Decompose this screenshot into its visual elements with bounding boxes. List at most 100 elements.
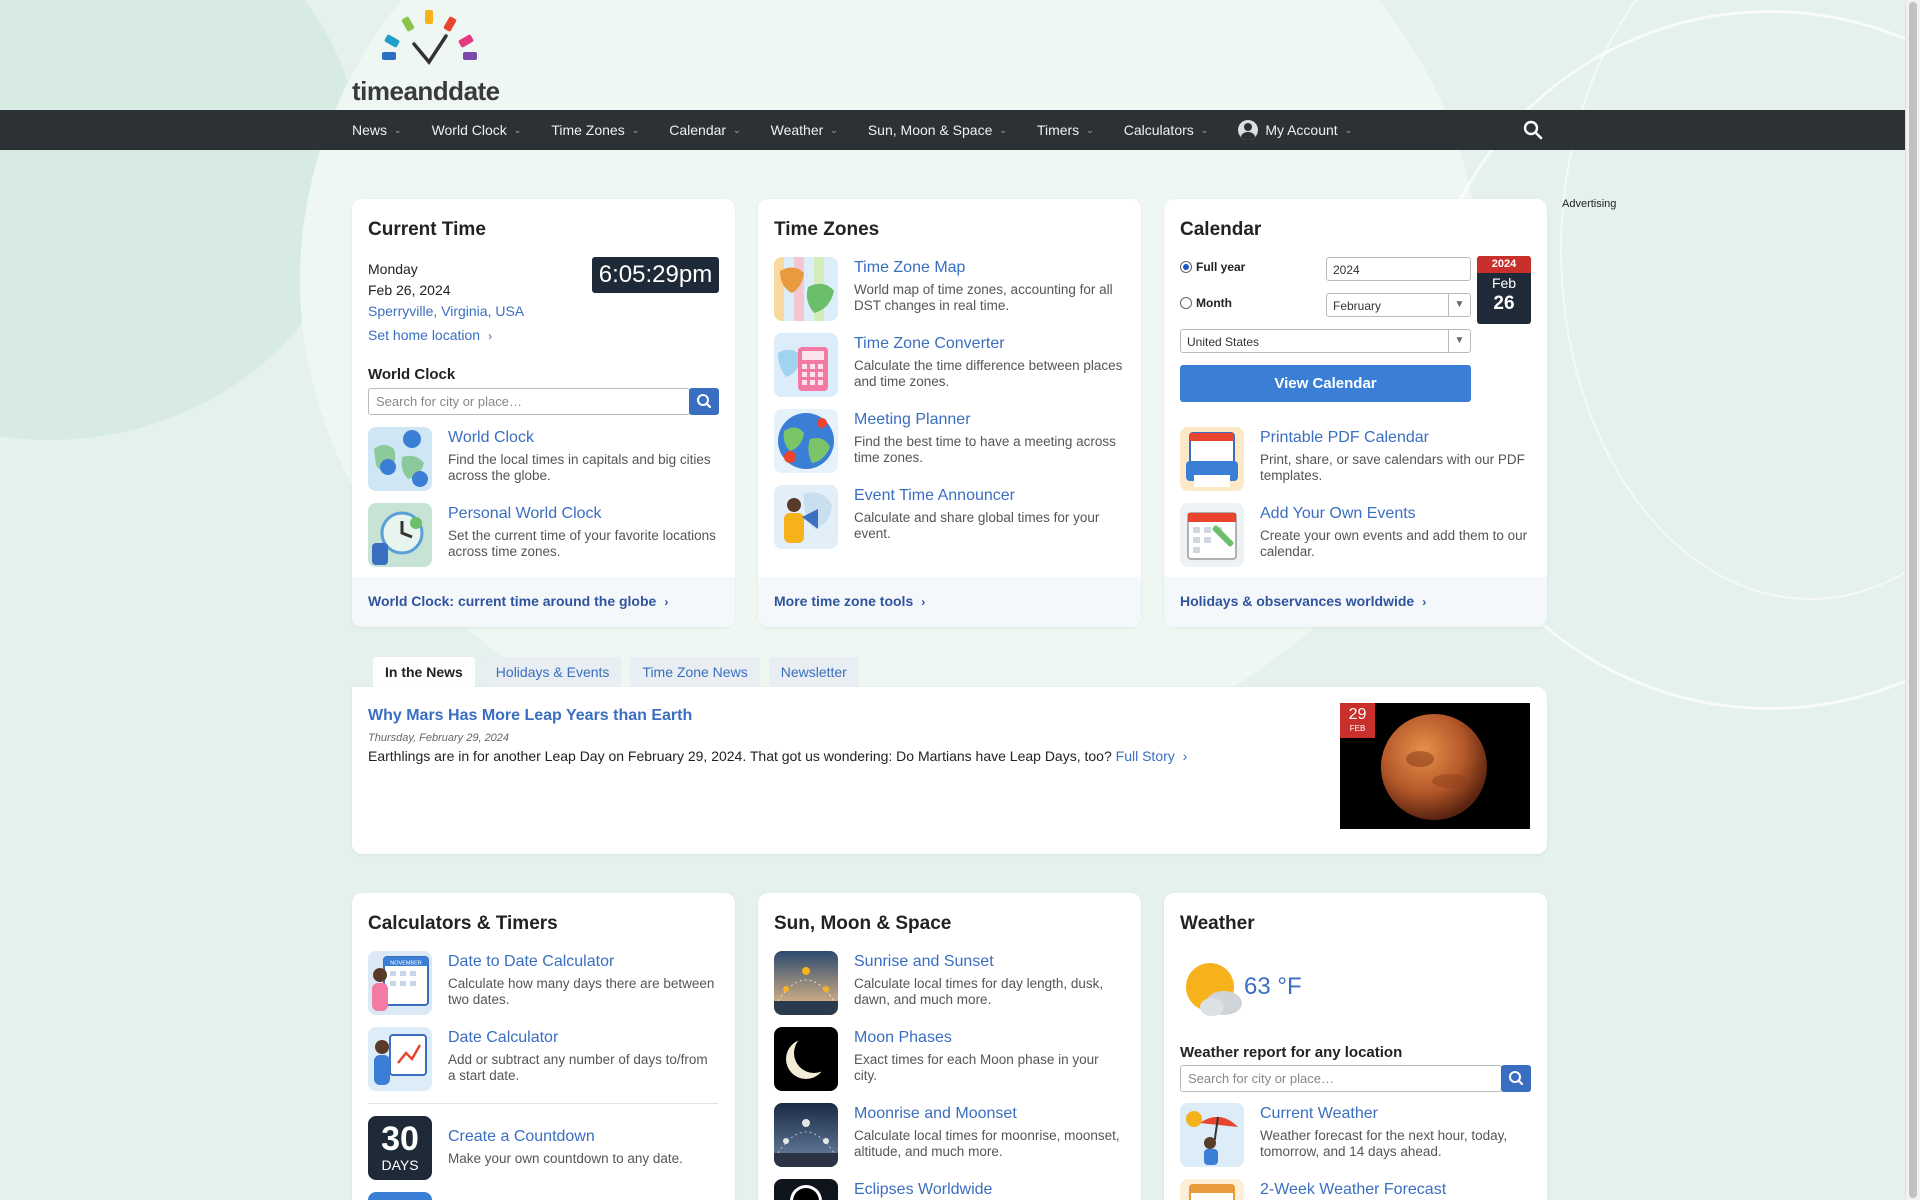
tab-in-the-news[interactable]: In the News (373, 657, 475, 687)
tool-title[interactable]: Add Your Own Events (1260, 505, 1416, 523)
world-clock-footer-link[interactable]: World Clock: current time around the glo… (368, 593, 668, 609)
page-scrollbar[interactable] (1905, 0, 1920, 1200)
nav-item-calendar[interactable]: Calendar ⌄ (669, 122, 740, 138)
nav-item-time-zones[interactable]: Time Zones ⌄ (551, 122, 639, 138)
tool-description: Exact times for each Moon phase in your … (854, 1052, 1099, 1083)
set-home-location-link[interactable]: Set home location › (368, 327, 492, 343)
chevron-down-icon: ⌄ (1086, 124, 1094, 135)
tool-event-time-announcer[interactable]: Event Time Announcer Calculate and share… (774, 485, 1114, 549)
date-to-date-calculator-icon: NOVEMBER (368, 951, 432, 1015)
weather-card: Weather 63 °F Weather report for any loc… (1164, 893, 1547, 1200)
weather-search-button[interactable] (1501, 1065, 1531, 1092)
world-clock-search-input[interactable]: Search for city or place… (368, 388, 690, 415)
current-location-link[interactable]: Sperryville, Virginia, USA (368, 301, 524, 322)
tool-title[interactable]: Moonrise and Moonset (854, 1105, 1017, 1123)
nav-item-weather[interactable]: Weather ⌄ (771, 122, 838, 138)
tool-title[interactable]: Eclipses Worldwide (854, 1181, 992, 1199)
main-navigation: News ⌄ World Clock ⌄ Time Zones ⌄ Calendar ⌄… (0, 110, 1905, 150)
nav-item-news[interactable]: News ⌄ (352, 122, 402, 138)
tool-date-calculator[interactable]: Date Calculator Add or subtract any numb… (368, 1027, 708, 1091)
news-date: Thursday, February 29, 2024 (368, 732, 510, 744)
view-calendar-button[interactable]: View Calendar (1180, 365, 1471, 402)
tool-moonrise-moonset[interactable]: Moonrise and Moonset Calculate local tim… (774, 1103, 1120, 1167)
month-radio[interactable] (1180, 297, 1192, 309)
holidays-footer-link[interactable]: Holidays & observances worldwide › (1180, 593, 1426, 609)
tool-title[interactable]: Time Zone Converter (854, 335, 1005, 353)
tool-time-zone-map[interactable]: Time Zone Map World map of time zones, a… (774, 257, 1114, 321)
news-tabs: In the News Holidays & Events Time Zone … (373, 657, 868, 687)
tool-title[interactable]: Sunrise and Sunset (854, 953, 994, 971)
news-summary: Earthlings are in for another Leap Day o… (368, 748, 1188, 764)
tool-description: Print, share, or save calendars with our… (1260, 452, 1525, 483)
advertising-label: Advertising (1562, 198, 1617, 210)
tool-create-a-countdown[interactable]: 30 DAYS Create a Countdown Make your own… (368, 1116, 708, 1180)
tool-add-your-own-events[interactable]: Add Your Own Events Create your own even… (1180, 503, 1527, 567)
tool-description: Calculate local times for moonrise, moon… (854, 1128, 1120, 1159)
site-logo[interactable]: timeanddate (352, 8, 512, 106)
tool-title[interactable]: Meeting Planner (854, 411, 971, 429)
tool-description: Add or subtract any number of days to/fr… (448, 1052, 708, 1083)
current-temperature: 63 °F (1244, 973, 1302, 1000)
tool-description: World map of time zones, accounting for … (854, 282, 1113, 313)
moon-phases-icon (774, 1027, 838, 1091)
tool-eclipses-worldwide[interactable]: Eclipses Worldwide (774, 1179, 1114, 1200)
today-calendar-badge[interactable]: 2024 Feb 26 (1477, 256, 1531, 324)
weather-search-input[interactable]: Search for city or place… (1180, 1065, 1502, 1092)
tool-title[interactable]: World Clock (448, 429, 534, 447)
more-time-zone-tools-link[interactable]: More time zone tools › (774, 593, 925, 609)
search-icon[interactable] (1523, 120, 1543, 140)
chevron-down-icon: ▼ (1448, 330, 1470, 352)
tab-holidays-events[interactable]: Holidays & Events (483, 657, 622, 687)
news-card: Why Mars Has More Leap Years than Earth … (352, 687, 1547, 854)
full-story-link[interactable]: Full Story › (1116, 748, 1188, 764)
time-zones-card: Time Zones Time Zone Map World map of ti… (758, 199, 1141, 627)
tool-moon-phases[interactable]: Moon Phases Exact times for each Moon ph… (774, 1027, 1114, 1091)
current-time-card: Current Time Monday Feb 26, 2024 Sperryv… (352, 199, 735, 627)
month-select[interactable]: February ▼ (1326, 293, 1471, 317)
tool-sunrise-sunset[interactable]: Sunrise and Sunset Calculate local times… (774, 951, 1114, 1015)
tool-title[interactable]: Current Weather (1260, 1105, 1378, 1123)
chevron-down-icon: ⌄ (999, 124, 1007, 135)
tool-current-weather[interactable]: Current Weather Weather forecast for the… (1180, 1103, 1520, 1167)
chevron-down-icon: ⌄ (1200, 124, 1209, 135)
chevron-down-icon: ⌄ (394, 124, 402, 135)
svg-text:NOVEMBER: NOVEMBER (390, 961, 422, 967)
tool-personal-world-clock[interactable]: Personal World Clock Set the current tim… (368, 503, 716, 567)
world-clock-search-button[interactable] (689, 388, 719, 415)
search-icon (697, 394, 712, 409)
account-icon (1238, 120, 1259, 140)
tab-newsletter[interactable]: Newsletter (768, 657, 859, 687)
chevron-down-icon: ⌄ (830, 124, 838, 135)
tool-title[interactable]: Printable PDF Calendar (1260, 429, 1429, 447)
card-title: Calendar (1180, 219, 1262, 240)
tool-title[interactable]: Time Zone Map (854, 259, 965, 277)
nav-item-sun-moon-space[interactable]: Sun, Moon & Space ⌄ (868, 122, 1007, 138)
tab-time-zone-news[interactable]: Time Zone News (630, 657, 760, 687)
country-select[interactable]: United States ▼ (1180, 329, 1471, 353)
tool-title[interactable]: 2-Week Weather Forecast (1260, 1181, 1446, 1199)
tool-title[interactable]: Date to Date Calculator (448, 953, 614, 971)
tool-2-week-forecast[interactable]: 2-Week Weather Forecast (1180, 1179, 1520, 1200)
nav-item-timers[interactable]: Timers ⌄ (1037, 122, 1094, 138)
tool-time-zone-converter[interactable]: Time Zone Converter Calculate the time d… (774, 333, 1122, 397)
sunrise-sunset-icon (774, 951, 838, 1015)
tool-title[interactable]: Moon Phases (854, 1029, 952, 1047)
tool-meeting-planner[interactable]: Meeting Planner Find the best time to ha… (774, 409, 1116, 473)
year-input[interactable]: 2024 (1326, 257, 1471, 281)
tool-date-to-date-calculator[interactable]: NOVEMBER Date to Date Calculator Calcula… (368, 951, 714, 1015)
tool-title[interactable]: Event Time Announcer (854, 487, 1015, 505)
tool-printable-pdf-calendar[interactable]: Printable PDF Calendar Print, share, or … (1180, 427, 1525, 491)
full-year-radio[interactable] (1180, 261, 1192, 273)
news-headline-link[interactable]: Why Mars Has More Leap Years than Earth (368, 707, 692, 725)
nav-item-calculators[interactable]: Calculators ⌄ (1124, 122, 1209, 138)
chevron-down-icon: ⌄ (1344, 124, 1353, 135)
tool-description: Calculate how many days there are betwee… (448, 976, 715, 1007)
tool-online-timer[interactable] (368, 1192, 708, 1200)
nav-item-world-clock[interactable]: World Clock ⌄ (432, 122, 522, 138)
tool-title[interactable]: Date Calculator (448, 1029, 558, 1047)
tool-title[interactable]: Personal World Clock (448, 505, 602, 523)
tool-title[interactable]: Create a Countdown (448, 1128, 595, 1146)
news-image-mars[interactable]: 29 FEB (1340, 703, 1530, 829)
tool-world-clock[interactable]: World Clock Find the local times in capi… (368, 427, 711, 491)
nav-item-my-account[interactable]: My Account ⌄ (1238, 120, 1352, 140)
